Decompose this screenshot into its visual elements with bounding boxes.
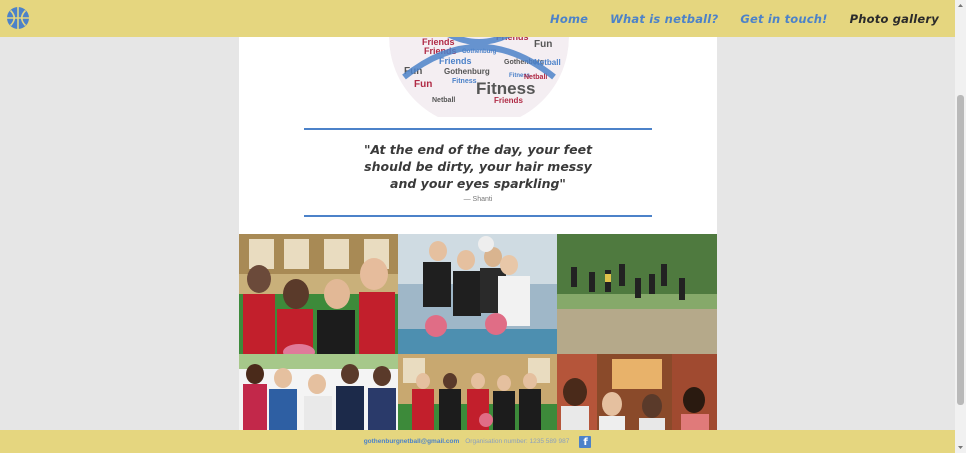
quote-bottom-divider <box>304 215 652 217</box>
word-netball: Netball <box>524 74 547 81</box>
quote-line: "At the end of the day, your feet <box>363 142 593 157</box>
gallery-photo-group-portrait[interactable] <box>239 354 398 430</box>
scroll-up-arrow-icon[interactable] <box>955 0 966 11</box>
quote-top-divider <box>304 128 652 130</box>
facebook-glyph: f <box>583 436 588 448</box>
top-navbar: Home What is netball? Get in touch! Phot… <box>0 0 955 37</box>
photo-gallery <box>239 234 717 430</box>
gallery-photo-team-with-balls[interactable] <box>398 234 557 354</box>
gallery-photo-social-dinner[interactable] <box>557 354 717 430</box>
nav-photo-gallery-link[interactable]: Photo gallery <box>850 12 939 26</box>
nav-menu: Home What is netball? Get in touch! Phot… <box>550 0 939 37</box>
word-netball: Netball <box>432 97 455 104</box>
word-gothenburg: Gothenburg <box>444 67 490 76</box>
footer-email-link[interactable]: gothenburgnetball@gmail.com <box>364 438 460 445</box>
facebook-icon[interactable]: f <box>579 435 592 448</box>
basketball-icon[interactable] <box>6 6 30 30</box>
quote-text: "At the end of the day, your feet should… <box>304 141 652 192</box>
quote-line: should be dirty, your hair messy <box>364 159 592 174</box>
word-fun: Fun <box>534 39 552 50</box>
gallery-photo-gym-selfie[interactable] <box>239 234 398 354</box>
page-scrollbar[interactable] <box>955 0 966 453</box>
nav-get-in-touch-link[interactable]: Get in touch! <box>740 12 827 26</box>
nav-what-is-netball-link[interactable]: What is netball? <box>610 12 718 26</box>
scroll-down-arrow-icon[interactable] <box>955 442 966 453</box>
word-fitness: Fitness <box>452 78 477 85</box>
quote-author: — Shanti <box>463 196 493 203</box>
gallery-photo-jumping-outdoors[interactable] <box>557 234 717 354</box>
main-content: Friends Friends Friends Fun Friends Goth… <box>239 37 717 430</box>
quote-line: and your eyes sparkling" <box>390 176 566 191</box>
word-cloud-image: Friends Friends Friends Fun Friends Goth… <box>384 37 574 117</box>
site-footer: gothenburgnetball@gmail.com Organisation… <box>0 430 955 453</box>
word-fun: Fun <box>414 79 432 90</box>
word-friends: Friends <box>439 56 472 66</box>
footer-org-number: Organisation number: 1235 589 987 <box>465 438 570 445</box>
nav-home-link[interactable]: Home <box>550 12 588 26</box>
scrollbar-thumb[interactable] <box>957 95 964 405</box>
gallery-photo-gym-team[interactable] <box>398 354 557 430</box>
word-friends: Friends <box>494 96 523 105</box>
